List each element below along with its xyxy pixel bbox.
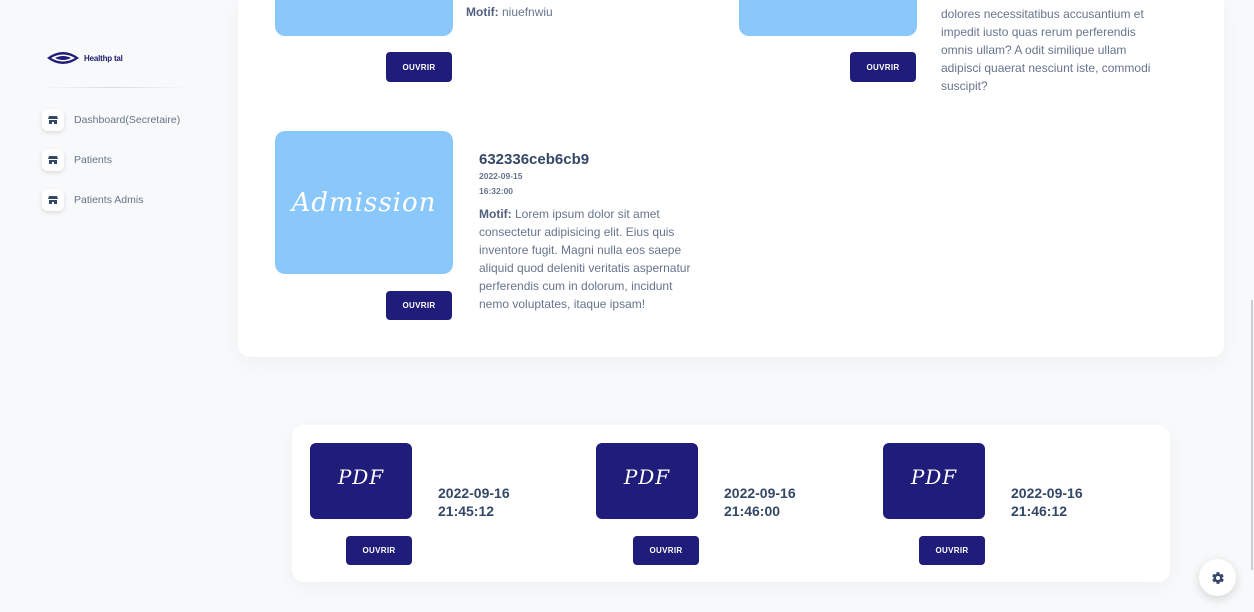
document-date: 2022-09-16 [438,485,510,501]
motif-line: inventore fugit. Magni nulla eos saepe [479,243,682,257]
open-admission-button[interactable]: OUVRIR [386,52,452,82]
open-admission-button[interactable]: OUVRIR [386,291,452,320]
sidebar-item-label: Dashboard(Secretaire) [74,114,181,126]
admission-time: 16:32:00 [479,186,514,196]
admission-thumbnail [275,0,453,36]
pdf-thumbnail-label: PDF [910,465,958,489]
shop-icon [42,189,64,211]
sidebar-item-label: Patients Admis [74,194,144,206]
pdf-thumbnail-label: PDF [623,465,671,489]
motif-line: omnis ullam? A odit similique ullam [941,43,1127,57]
motif-line: Lorem ipsum dolor sit amet [511,207,660,221]
motif-line: impedit iusto quas rerum perferendis [941,25,1136,39]
eye-logo-icon [47,52,79,64]
pdf-thumbnail-label: PDF [337,465,385,489]
motif-line: nemo voluptates, itaque ipsam! [479,297,646,311]
admission-motif: Motif: niuefnwiu [466,3,553,21]
open-admission-button[interactable]: OUVRIR [850,52,916,82]
motif-label: Motif: [479,207,512,221]
sidebar-item-label: Patients [74,154,112,166]
open-document-button[interactable]: OUVRIR [919,536,985,565]
admission-motif: Motif: Lorem ipsum dolor sit amet consec… [479,205,729,313]
page-scrollbar[interactable] [1251,300,1253,570]
document-datetime: 2022-09-16 21:46:00 [724,484,796,520]
document-date: 2022-09-16 [1011,485,1083,501]
motif-value: niuefnwiu [502,5,553,19]
shop-icon [42,149,64,171]
document-time: 21:45:12 [438,503,495,519]
admissions-card: Motif: niuefnwiu OUVRIR dolores necessit… [238,0,1224,357]
admission-thumbnail: Admission [275,131,453,274]
pdf-thumbnail: PDF [310,443,412,519]
pdf-thumbnail: PDF [596,443,698,519]
admission-thumbnail-label: Admission [291,187,437,218]
sidebar-divider [40,87,190,88]
admission-id: 632336ceb6cb9 [479,151,590,168]
settings-button[interactable] [1199,559,1236,596]
sidebar-item-patients[interactable]: Patients [40,140,200,180]
sidebar-nav: Dashboard(Secretaire) Patients Patients … [40,100,200,220]
gear-icon [1211,571,1224,584]
sidebar-item-dashboard[interactable]: Dashboard(Secretaire) [40,100,200,140]
admission-date: 2022-09-15 [479,171,523,181]
document-date: 2022-09-16 [724,485,796,501]
motif-label: Motif: [466,5,499,19]
brand-name: Healthp tal [84,53,123,63]
open-document-button[interactable]: OUVRIR [633,536,699,565]
sidebar: Healthp tal Dashboard(Secretaire) Patien… [10,10,190,612]
motif-line: dolores necessitatibus accusantium et [941,7,1144,21]
document-datetime: 2022-09-16 21:46:12 [1011,484,1083,520]
motif-line: consectetur adipisicing elit. Eius quis [479,225,675,239]
document-time: 21:46:12 [1011,503,1068,519]
admission-thumbnail [739,0,917,36]
motif-line: suscipit? [941,79,988,93]
documents-card: PDF 2022-09-16 21:45:12 OUVRIR PDF 2022-… [292,425,1170,582]
brand[interactable]: Healthp tal [46,50,123,66]
open-document-button[interactable]: OUVRIR [346,536,412,565]
document-time: 21:46:00 [724,503,781,519]
motif-line: perferendis cum in dolorum, incidunt [479,279,673,293]
admission-motif: dolores necessitatibus accusantium et im… [941,5,1150,95]
pdf-thumbnail: PDF [883,443,985,519]
motif-line: adipisci quaerat nesciunt iste, commodi [941,61,1151,75]
motif-line: aliquid quod deleniti veritatis aspernat… [479,261,691,275]
shop-icon [42,109,64,131]
sidebar-item-patients-admis[interactable]: Patients Admis [40,180,200,220]
document-datetime: 2022-09-16 21:45:12 [438,484,510,520]
